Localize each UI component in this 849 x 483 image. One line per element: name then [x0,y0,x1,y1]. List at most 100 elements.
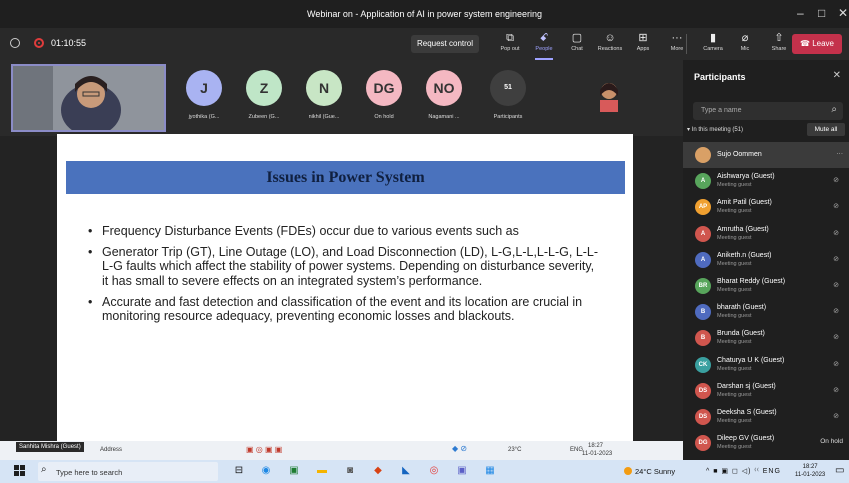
participant-row[interactable]: Bbharath (Guest) Meeting guest ⊘ [683,299,849,325]
participant-row[interactable]: DS Darshan sj (Guest) Meeting guest ⊘ [683,378,849,404]
participant-row[interactable]: CK Chaturya U K (Guest) Meeting guest ⊘ [683,352,849,378]
participant-tile[interactable]: Jjyothika (G... [174,66,234,132]
app-icon: ▣ ◎ ▣ ▣ [246,445,283,454]
participant-name: Aishwarya (Guest) [717,173,775,181]
app-icon[interactable]: ▦ [483,464,497,478]
pop-out-icon: ⧉ [506,32,514,44]
camera-app-icon[interactable]: ◙ [343,464,357,478]
close-window-button[interactable]: ✕ [838,6,848,20]
panel-title: Participants [694,72,746,82]
participant-tile-name: jyothika (G... [188,114,220,120]
participant-role: Meeting guest [717,313,752,320]
participant-avatar: DS [695,409,711,425]
bullet-item: Frequency Disturbance Events (FDEs) occu… [88,224,602,238]
participant-row[interactable]: BR Bharat Reddy (Guest) Meeting guest ⊘ [683,273,849,299]
app-icon[interactable]: ◣ [399,464,413,478]
participant-tile[interactable]: DG On hold [354,66,414,132]
participant-row[interactable]: B Brunda (Guest) Meeting guest ⊘ [683,325,849,351]
meeting-timer: 01:10:55 [51,38,87,48]
mic-off-icon: ⊘ [833,177,839,185]
section-header[interactable]: ▾ In this meeting (51) [687,126,743,133]
participant-avatar: N [306,70,342,106]
participant-tile[interactable]: 51 Participants [478,66,538,132]
self-video-tile[interactable] [11,64,166,132]
section-label: In this meeting (51) [691,127,744,133]
leave-label: Leave [812,39,834,48]
chat-button[interactable]: ▢ Chat [560,31,594,59]
sun-icon [624,467,632,475]
mic-off-icon: ⊘ [833,360,839,368]
share-button[interactable]: ⇧ Share [762,31,796,59]
participant-role: Meeting guest [717,365,752,372]
participant-row[interactable]: DG Dileep GV (Guest) Meeting guest On hold [683,430,849,456]
app-icon[interactable]: ◆ [371,464,385,478]
participant-name: Aniketh.n (Guest) [717,251,772,259]
inner-weather: 23°C [508,447,522,453]
weather-text: 24°C Sunny [635,467,676,476]
apps-button[interactable]: ⊞ Apps [626,31,660,59]
reactions-button[interactable]: ☺ Reactions [593,31,627,59]
reactions-icon: ☺ [604,32,616,44]
leave-button[interactable]: ☎ Leave [792,34,842,54]
teams-meeting-window: Webinar on - Application of AI in power … [0,0,849,483]
mic-icon: ⌀ [741,32,749,44]
participant-row[interactable]: A Amrutha (Guest) Meeting guest ⊘ [683,221,849,247]
taskbar-clock[interactable]: 18:27 11-01-2023 [795,463,825,479]
participant-name: Sujo Oommen [717,151,762,158]
more-label: More [670,46,684,52]
shield-icon [10,38,20,48]
pop-out-button[interactable]: ⧉ Pop out [493,31,527,59]
participant-avatar: DS [695,382,711,399]
notification-icon[interactable]: ▭ [835,465,844,476]
address-label: Address [100,447,123,453]
minimize-button[interactable]: – [797,6,804,20]
system-tray[interactable]: ^ ■ ▣ ◻ ◁) ⁽⁽ ENG [706,467,781,475]
more-button[interactable]: ··· More [660,31,694,59]
mic-button[interactable]: ⌀ Mic [728,31,762,59]
apps-label: Apps [636,46,650,52]
participant-role: Meeting guest [717,444,752,451]
maximize-button[interactable]: □ [818,6,825,20]
participant-avatar: DG [366,70,402,106]
chrome-icon[interactable]: ◎ [427,464,441,478]
participant-name: Brunda (Guest) [717,330,765,338]
participant-tile[interactable]: NO Nagamani ... [414,66,474,132]
participant-row[interactable]: A Aniketh.n (Guest) Meeting guest ⊘ [683,247,849,273]
mic-label: Mic [740,46,750,52]
mic-off-icon: ⊘ [833,413,839,420]
windows-start-icon[interactable] [14,465,26,477]
participant-avatar: A [695,173,711,190]
status-label: On hold [820,438,843,446]
more-options-icon[interactable]: ··· [837,150,844,157]
toolbar-divider [686,34,687,54]
taskbar-search-input[interactable]: ⌕ Type here to search [38,462,218,481]
participant-avatar: J [186,70,222,106]
participant-search-input[interactable]: Type a name ⌕ [693,102,843,120]
participant-tile[interactable]: Nnikhil (Gue... [294,66,354,132]
task-view-icon[interactable]: ⊟ [232,464,246,478]
participant-row[interactable]: Sujo Oommen ··· [683,142,849,168]
share-label: Share [771,46,787,52]
participant-row[interactable]: AP Amit Patil (Guest) Meeting guest ⊘ [683,194,849,220]
camera-button[interactable]: ▮ Camera [696,31,730,59]
request-control-button[interactable]: Request control [411,35,479,53]
camera-label: Camera [703,46,723,52]
participant-avatar: AP [695,199,711,216]
edge-icon[interactable]: ◉ [259,464,273,478]
mute-all-button[interactable]: Mute all [807,123,845,136]
slide-bullets: Frequency Disturbance Events (FDEs) occu… [88,224,602,330]
people-button[interactable]: ꗃ People [527,31,561,60]
participant-row[interactable]: A Aishwarya (Guest) Meeting guest ⊘ [683,168,849,194]
store-icon[interactable]: ▣ [287,464,301,478]
file-explorer-icon[interactable]: ▬ [315,464,329,478]
recording-icon [34,38,44,48]
participant-tile[interactable]: Z Zubeen (G... [234,66,294,132]
close-icon[interactable]: ✕ [833,70,841,81]
participant-row[interactable]: DS Deeksha S (Guest) Meeting guest ⊘ [683,404,849,430]
teams-icon[interactable]: ▣ [455,464,469,478]
participant-tile-name: Participants [493,114,523,120]
participant-name: Amit Patil (Guest) [717,199,772,207]
weather-widget[interactable]: 24°C Sunny [624,467,675,476]
participants-panel: Participants ✕ Type a name ⌕ ▾ In this m… [683,60,849,460]
participant-name: Amrutha (Guest) [717,225,769,233]
